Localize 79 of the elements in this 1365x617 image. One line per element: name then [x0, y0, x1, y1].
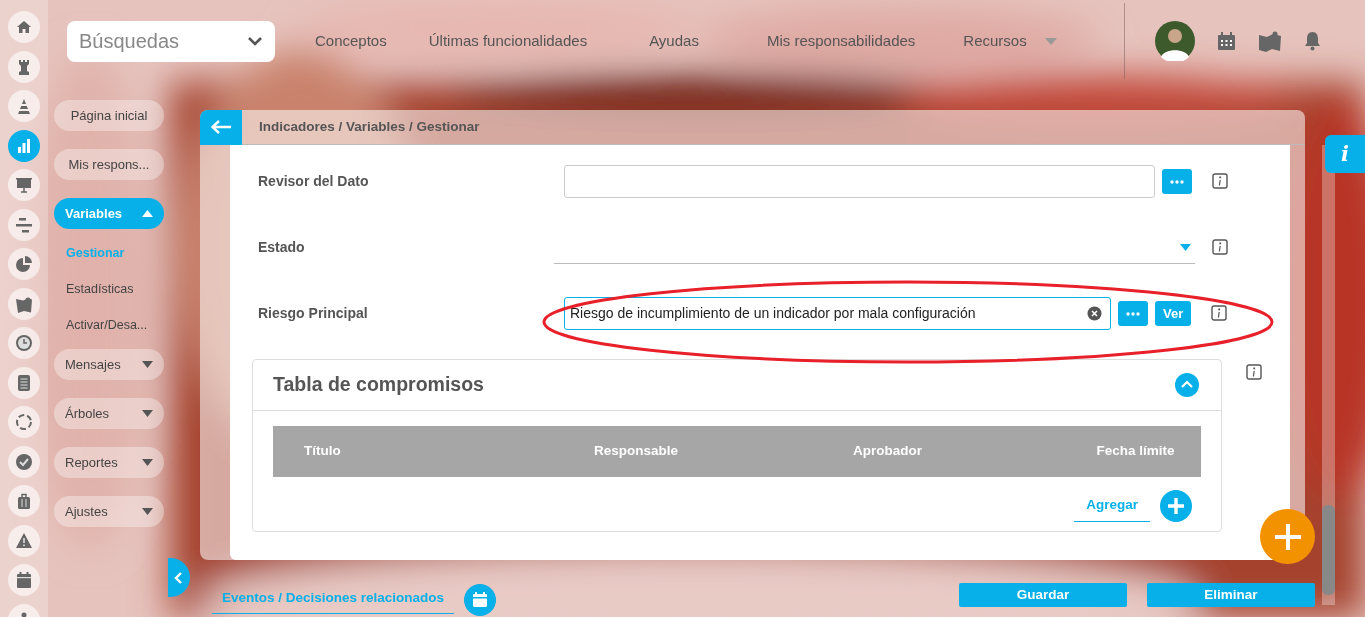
arrow-left-icon: [210, 119, 232, 135]
action-button[interactable]: Eliminar: [1147, 583, 1315, 607]
align-lines-icon: [15, 215, 33, 234]
info-icon[interactable]: [1212, 239, 1228, 255]
rail-button[interactable]: [8, 287, 40, 320]
cone-icon: [15, 97, 33, 115]
sidebar-subitem[interactable]: Estadísticas: [66, 279, 148, 299]
chevron-left-icon: [174, 570, 184, 585]
column-header: Fecha límite: [1095, 442, 1176, 461]
rail-button[interactable]: [8, 485, 40, 517]
calendar-icon: [15, 571, 33, 589]
rail-button[interactable]: [8, 169, 40, 201]
caret-down-icon: [142, 508, 153, 516]
sidebar-group[interactable]: Variables: [54, 198, 164, 229]
section-title: Tabla de compromisos: [273, 372, 484, 398]
rail-button[interactable]: [8, 366, 40, 399]
rail-button[interactable]: [8, 208, 40, 241]
column-header: Título: [304, 442, 342, 461]
rail-button[interactable]: [8, 524, 40, 557]
chevron-down-icon: [247, 36, 263, 46]
nav-link[interactable]: Recursos: [963, 29, 1027, 53]
rail-button[interactable]: [8, 11, 40, 43]
briefcase-icon: [15, 492, 33, 510]
bell-icon[interactable]: [1304, 31, 1321, 51]
nav-link[interactable]: Últimas funcionalidades: [428, 29, 588, 53]
cycle-icon: [15, 413, 33, 431]
search-dropdown[interactable]: Búsquedas: [67, 20, 275, 62]
field-label: Estado: [257, 238, 306, 257]
sidebar-group[interactable]: Ajustes: [54, 496, 164, 528]
caret-down-icon: [142, 459, 153, 467]
dots-icon: [1126, 311, 1140, 316]
nav-link[interactable]: Ayudas: [649, 29, 699, 53]
rail-button[interactable]: [8, 445, 40, 478]
input-field[interactable]: Riesgo de incumplimiento de un indicador por mala configuración: [564, 297, 1111, 330]
nav-link[interactable]: Mis responsabilidades: [766, 29, 916, 53]
presentation-icon: [15, 176, 33, 194]
scrollbar[interactable]: [1322, 145, 1335, 605]
clock-icon: [15, 334, 33, 352]
rail-button[interactable]: [8, 406, 40, 438]
caret-down-icon: [1180, 243, 1191, 251]
view-button[interactable]: Ver: [1155, 301, 1192, 326]
bar-chart-icon: [15, 136, 33, 155]
field-label: Riesgo Principal: [257, 304, 369, 323]
avatar[interactable]: [1155, 21, 1195, 61]
caret-down-icon: [142, 410, 153, 418]
home-icon: [15, 18, 33, 36]
caret-down-icon: [142, 361, 153, 369]
board-icon[interactable]: [1258, 30, 1282, 52]
check-circle-icon: [15, 452, 33, 471]
info-icon[interactable]: [1211, 305, 1228, 321]
rail-button[interactable]: [8, 248, 40, 280]
column-header: Responsable: [593, 442, 679, 461]
sidebar-subitem[interactable]: Activar/Desa...: [66, 315, 148, 335]
sidebar-item[interactable]: Página inicial: [54, 100, 164, 131]
info-icon[interactable]: [1246, 362, 1262, 379]
sidebar-group[interactable]: Mensajes: [54, 349, 164, 381]
dots-icon: [1170, 179, 1184, 184]
rail-button[interactable]: [8, 564, 40, 596]
input-field[interactable]: [564, 165, 1155, 198]
sidebar-group[interactable]: Reportes: [54, 447, 164, 479]
field-label: Revisor del Dato: [257, 172, 370, 191]
caret-up-icon: [142, 210, 153, 217]
column-header: Aprobador: [852, 442, 923, 461]
rail-button[interactable]: [8, 90, 40, 122]
nav-link[interactable]: Conceptos: [315, 29, 387, 53]
sidebar-item[interactable]: Mis respons...: [54, 149, 164, 180]
plus-icon: [1272, 521, 1303, 552]
action-button[interactable]: Guardar: [959, 583, 1127, 607]
info-icon[interactable]: [1212, 173, 1228, 189]
info-tab[interactable]: i: [1325, 135, 1365, 173]
rail-button[interactable]: [8, 50, 40, 83]
pie-chart-icon: [15, 255, 33, 273]
sidebar-group[interactable]: Árboles: [54, 398, 164, 430]
back-button[interactable]: [200, 109, 242, 145]
clear-icon[interactable]: [1087, 306, 1102, 321]
rail-button[interactable]: [8, 327, 40, 359]
warning-icon: [15, 531, 33, 550]
breadcrumb: Indicadores / Variables / Gestionar: [259, 117, 480, 136]
add-link[interactable]: Agregar: [1074, 495, 1150, 523]
